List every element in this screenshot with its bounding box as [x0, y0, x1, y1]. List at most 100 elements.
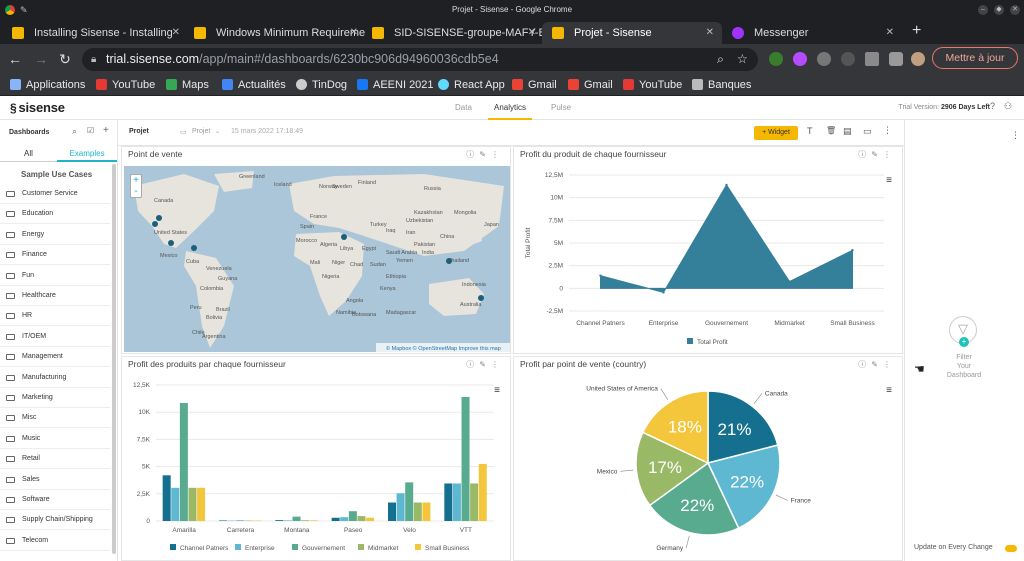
dashboard-folder-item[interactable]: Fun	[0, 266, 110, 286]
map-point[interactable]	[168, 240, 174, 246]
bookmark-applications[interactable]: Applications	[10, 74, 85, 96]
zoom-in-icon[interactable]: +	[131, 175, 141, 186]
profile-avatar[interactable]	[911, 52, 925, 66]
bookmark-gmail[interactable]: Gmail	[568, 74, 613, 96]
close-tab-icon[interactable]: ✕	[886, 22, 894, 44]
nav-pulse[interactable]: Pulse	[551, 96, 571, 120]
close-tab-icon[interactable]: ✕	[528, 22, 536, 44]
map-point[interactable]	[156, 215, 162, 221]
world-map[interactable]: Canada United States Mexico Cuba Colombia Per…	[124, 166, 510, 352]
browser-tab[interactable]: Windows Minimum Requireme ✕	[184, 22, 366, 44]
search-icon[interactable]: ⌕	[72, 126, 77, 137]
dashboard-folder-item[interactable]: Marketing	[0, 388, 110, 408]
info-icon[interactable]: ⓘ	[858, 150, 871, 159]
dashboard-folder-item[interactable]: Management	[0, 347, 110, 368]
dashboard-folder-item[interactable]: Misc	[0, 408, 110, 429]
bookmark-star-icon[interactable]: ☆	[737, 48, 748, 71]
nav-data[interactable]: Data	[455, 96, 472, 120]
close-tab-icon[interactable]: ✕	[350, 22, 358, 44]
info-icon[interactable]: ⓘ	[466, 150, 479, 159]
more-icon[interactable]: ⋮	[883, 150, 896, 159]
back-icon[interactable]: ←	[6, 50, 24, 68]
bookmark-react-app[interactable]: React App	[438, 74, 505, 96]
close-icon[interactable]: ✕	[1010, 5, 1020, 15]
update-toggle[interactable]	[1005, 545, 1017, 552]
dashboard-folder-item[interactable]: Education	[0, 204, 110, 225]
address-bar[interactable]: 🔒︎ trial.sisense.com/app/main#/dashboard…	[82, 48, 758, 71]
extension-icon[interactable]	[769, 52, 783, 66]
dashboard-folder-item[interactable]: Music	[0, 429, 110, 449]
dashboard-folder-item[interactable]: Supply Chain/Shipping	[0, 510, 110, 531]
new-tab-icon[interactable]: +	[912, 22, 921, 40]
bookmark-youtube[interactable]: YouTube	[623, 74, 682, 96]
more-icon[interactable]: ⋮	[883, 125, 892, 136]
more-icon[interactable]: ⋮	[1011, 130, 1020, 141]
bookmark-banques[interactable]: Banques	[692, 74, 751, 96]
dashboard-folder-item[interactable]: HR	[0, 306, 110, 327]
edit-icon[interactable]: ✎	[479, 360, 491, 369]
monitor-icon[interactable]: ▭	[863, 126, 872, 137]
extension-icon[interactable]	[817, 52, 831, 66]
tab-all[interactable]: All	[0, 146, 57, 162]
help-icon[interactable]: ?	[990, 101, 995, 111]
filter-placeholder[interactable]: ▽ +	[949, 316, 977, 347]
map-point[interactable]	[478, 295, 484, 301]
bookmark-aeeni[interactable]: AEENI 2021	[357, 74, 434, 96]
bookmark-actualites[interactable]: Actualités	[222, 74, 286, 96]
browser-tab[interactable]: SID-SISENSE-groupe-MAFY-BI ✕	[362, 22, 544, 44]
layout-icon[interactable]: ▤	[843, 126, 852, 137]
edit-list-icon[interactable]: ☑	[87, 126, 94, 135]
chevron-down-icon[interactable]: ⌄	[215, 128, 220, 135]
extensions-puzzle-icon[interactable]	[889, 52, 903, 66]
reload-icon[interactable]: ↻	[56, 50, 74, 68]
browser-tab[interactable]: Installing Sisense - Installing ✕	[2, 22, 188, 44]
dashboard-folder-item[interactable]: IT/OEM	[0, 327, 110, 347]
dashboard-folder-item[interactable]: Telecom	[0, 531, 110, 551]
map-point[interactable]	[152, 221, 158, 227]
dashboard-folder-item[interactable]: Energy	[0, 225, 110, 245]
bookmark-youtube[interactable]: YouTube	[96, 74, 155, 96]
user-icon[interactable]: ⚇	[1004, 101, 1012, 112]
browser-tab-active[interactable]: Projet - Sisense ✕	[542, 22, 722, 44]
maximize-icon[interactable]: ◆	[994, 5, 1004, 15]
info-icon[interactable]: ⓘ	[858, 360, 871, 369]
zoom-search-icon[interactable]: ⌕	[717, 48, 724, 71]
zoom-out-icon[interactable]: -	[131, 186, 141, 197]
dashboard-folder-item[interactable]: Healthcare	[0, 286, 110, 306]
dashboard-folder-item[interactable]: Software	[0, 490, 110, 510]
extension-icon[interactable]	[841, 52, 855, 66]
dashboard-folder-item[interactable]: Sales	[0, 470, 110, 490]
pin-icon[interactable]: ✎	[20, 0, 28, 20]
nav-analytics[interactable]: Analytics	[488, 96, 532, 120]
bookmark-gmail[interactable]: Gmail	[512, 74, 557, 96]
bookmark-tindog[interactable]: TinDog	[296, 74, 347, 96]
dashboard-folder-item[interactable]: Customer Service	[0, 184, 110, 204]
dashboard-folder-item[interactable]: Manufacturing	[0, 368, 110, 388]
more-icon[interactable]: ⋮	[883, 360, 896, 369]
scrollbar[interactable]	[112, 164, 116, 554]
add-widget-button[interactable]: + Widget	[754, 126, 798, 140]
dashboard-folder-item[interactable]: Retail	[0, 449, 110, 470]
edit-icon[interactable]: ✎	[479, 150, 491, 159]
bookmark-maps[interactable]: Maps	[166, 74, 209, 96]
dashboard-folder-item[interactable]: Finance	[0, 245, 110, 266]
more-icon[interactable]: ⋮	[491, 360, 504, 369]
tab-examples[interactable]: Examples	[57, 146, 117, 162]
sisense-logo[interactable]: § sisense	[10, 100, 65, 115]
extension-icon[interactable]	[865, 52, 879, 66]
map-point[interactable]	[191, 245, 197, 251]
close-tab-icon[interactable]: ✕	[706, 22, 714, 44]
update-browser-button[interactable]: Mettre à jour	[932, 47, 1018, 69]
browser-tab[interactable]: Messenger ✕	[722, 22, 902, 44]
edit-icon[interactable]: ✎	[871, 150, 883, 159]
close-tab-icon[interactable]: ✕	[172, 22, 180, 44]
edit-icon[interactable]: ✎	[871, 360, 883, 369]
text-icon[interactable]: T	[807, 126, 813, 136]
info-icon[interactable]: ⓘ	[466, 360, 479, 369]
minimize-icon[interactable]: –	[978, 5, 988, 15]
add-icon[interactable]: +	[103, 125, 109, 136]
map-point[interactable]	[341, 234, 347, 240]
map-attribution[interactable]: © Mapbox © OpenStreetMap Improve this ma…	[386, 345, 501, 352]
forward-icon[interactable]: →	[32, 50, 50, 68]
folder-selector[interactable]: Projet	[192, 128, 210, 135]
